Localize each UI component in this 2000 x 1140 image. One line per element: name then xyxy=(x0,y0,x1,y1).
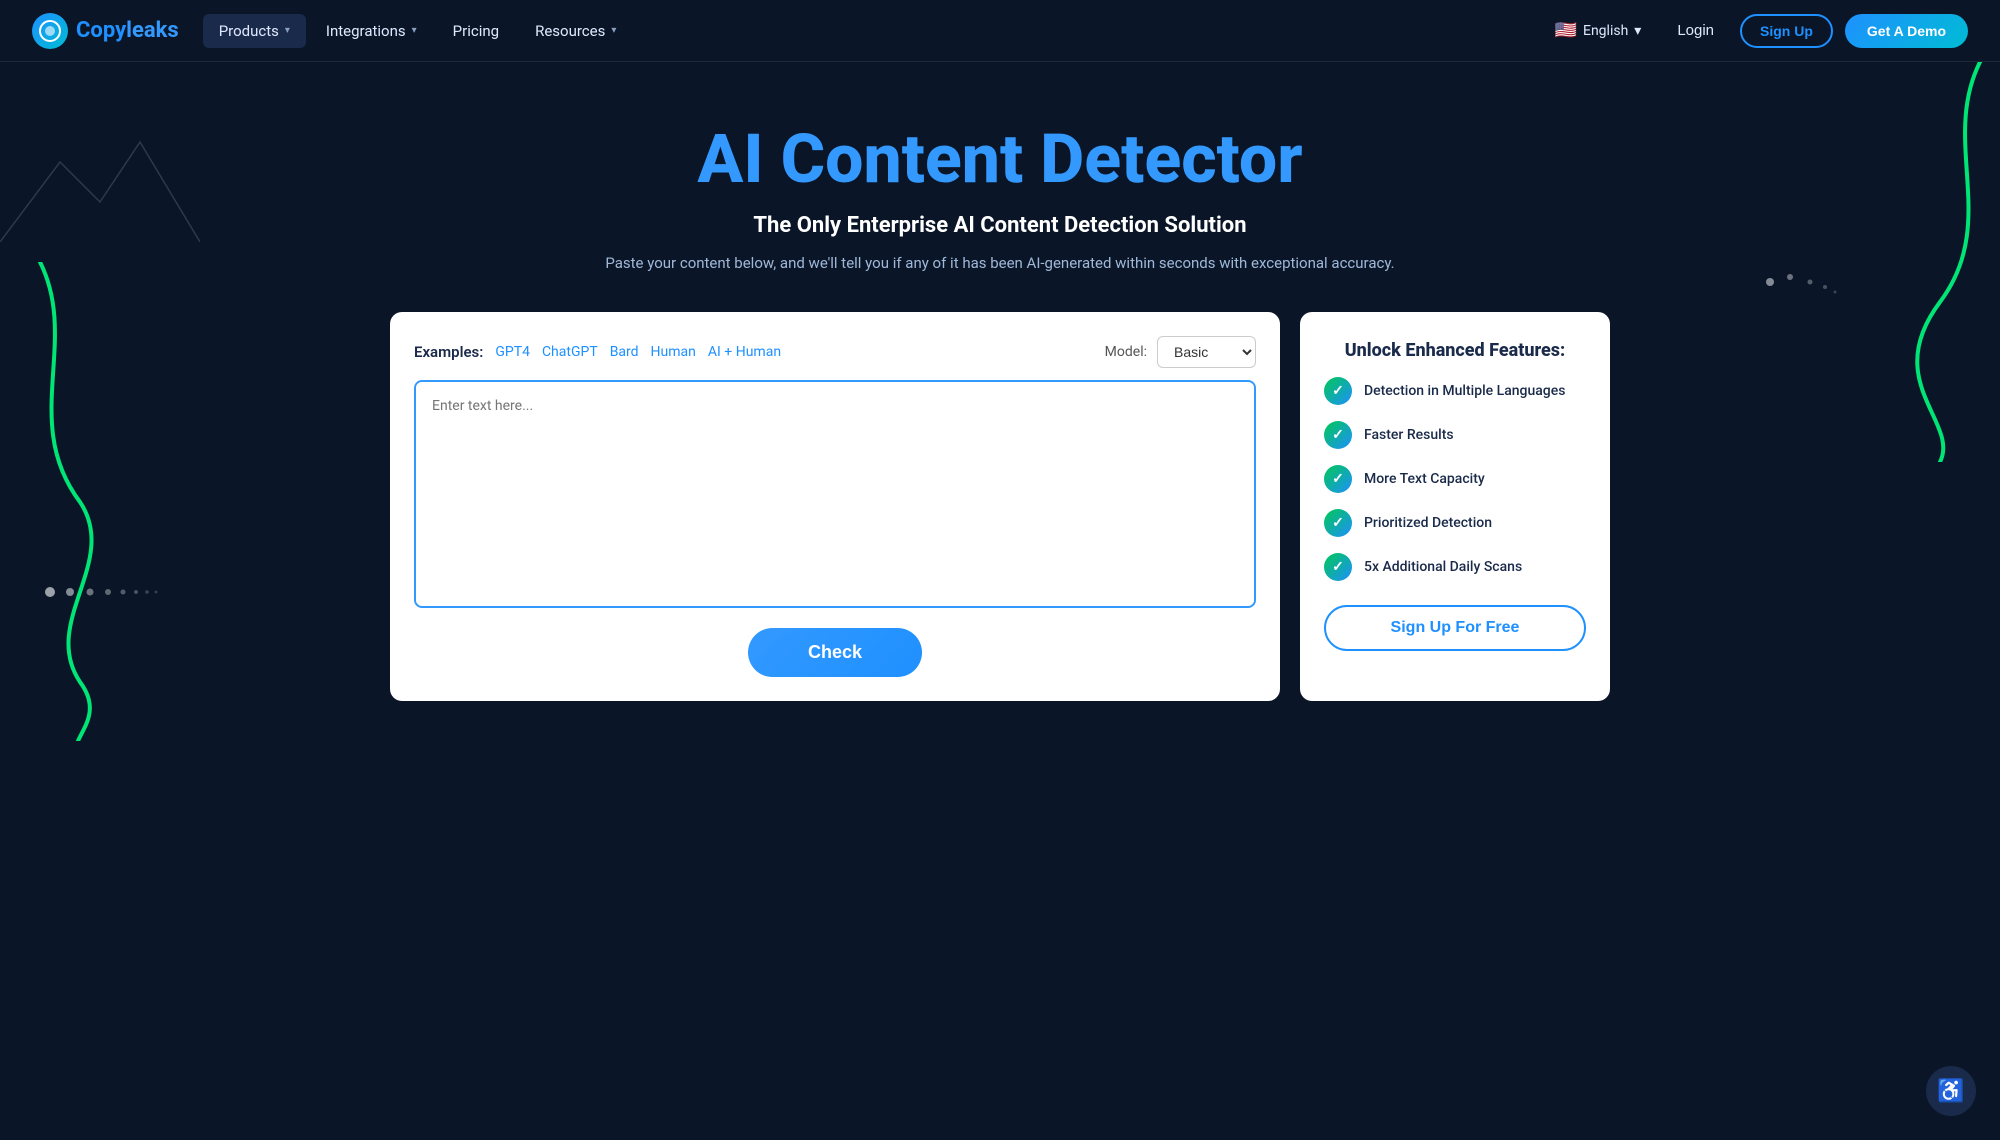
example-human[interactable]: Human xyxy=(651,344,696,360)
model-selector: Model: Basic xyxy=(1105,336,1256,368)
text-input[interactable] xyxy=(416,382,1254,602)
demo-button[interactable]: Get A Demo xyxy=(1845,14,1968,48)
checkmark-icon-1: ✓ xyxy=(1324,421,1352,449)
checkmark-icon-0: ✓ xyxy=(1324,377,1352,405)
nav-right: 🇺🇸 English ▾ Login Sign Up Get A Demo xyxy=(1545,14,1968,48)
chevron-down-icon: ▾ xyxy=(1634,23,1641,39)
examples-label: Examples: xyxy=(414,343,483,361)
check-button[interactable]: Check xyxy=(748,628,922,677)
main-content: Examples: GPT4 ChatGPT Bard Human AI + H… xyxy=(350,312,1650,701)
example-chatgpt[interactable]: ChatGPT xyxy=(542,344,598,360)
checkmark-icon-2: ✓ xyxy=(1324,465,1352,493)
navbar: Copyleaks Products ▾ Integrations ▾ Pric… xyxy=(0,0,2000,62)
hero-description: Paste your content below, and we'll tell… xyxy=(40,254,1960,272)
nav-pricing[interactable]: Pricing xyxy=(437,14,515,48)
dots-left-decoration xyxy=(40,582,160,606)
feature-text-3: Prioritized Detection xyxy=(1364,515,1492,531)
checkmark-icon-3: ✓ xyxy=(1324,509,1352,537)
features-title: Unlock Enhanced Features: xyxy=(1324,340,1586,361)
chevron-down-icon: ▾ xyxy=(611,25,616,36)
feature-item-4: ✓ 5x Additional Daily Scans xyxy=(1324,553,1586,581)
hero-title: AI Content Detector xyxy=(40,122,1960,197)
textarea-wrapper xyxy=(414,380,1256,608)
chevron-down-icon: ▾ xyxy=(412,25,417,36)
signup-button[interactable]: Sign Up xyxy=(1740,14,1833,48)
example-gpt4[interactable]: GPT4 xyxy=(495,344,530,360)
feature-text-2: More Text Capacity xyxy=(1364,471,1485,487)
feature-item-0: ✓ Detection in Multiple Languages xyxy=(1324,377,1586,405)
detector-card: Examples: GPT4 ChatGPT Bard Human AI + H… xyxy=(390,312,1280,701)
signup-free-button[interactable]: Sign Up For Free xyxy=(1324,605,1586,651)
feature-item-3: ✓ Prioritized Detection xyxy=(1324,509,1586,537)
model-select[interactable]: Basic xyxy=(1157,336,1256,368)
checkmark-icon-4: ✓ xyxy=(1324,553,1352,581)
example-ai-human[interactable]: AI + Human xyxy=(708,344,781,360)
nav-products[interactable]: Products ▾ xyxy=(203,14,306,48)
features-card: Unlock Enhanced Features: ✓ Detection in… xyxy=(1300,312,1610,701)
logo-text: Copyleaks xyxy=(76,18,179,43)
nav-items: Products ▾ Integrations ▾ Pricing Resour… xyxy=(203,14,1545,48)
feature-text-0: Detection in Multiple Languages xyxy=(1364,383,1565,399)
logo-icon xyxy=(32,13,68,49)
feature-text-1: Faster Results xyxy=(1364,427,1454,443)
hero-subtitle: The Only Enterprise AI Content Detection… xyxy=(40,213,1960,238)
feature-text-4: 5x Additional Daily Scans xyxy=(1364,559,1522,575)
login-button[interactable]: Login xyxy=(1663,14,1728,47)
accessibility-button[interactable]: ♿ xyxy=(1926,1066,1976,1116)
flag-icon: 🇺🇸 xyxy=(1555,20,1577,41)
card-top: Examples: GPT4 ChatGPT Bard Human AI + H… xyxy=(414,336,1256,368)
logo[interactable]: Copyleaks xyxy=(32,13,179,49)
squiggle-left-decoration xyxy=(0,262,120,741)
feature-item-1: ✓ Faster Results xyxy=(1324,421,1586,449)
example-bard[interactable]: Bard xyxy=(610,344,639,360)
chevron-down-icon: ▾ xyxy=(285,25,290,36)
model-label: Model: xyxy=(1105,344,1147,360)
feature-item-2: ✓ More Text Capacity xyxy=(1324,465,1586,493)
language-selector[interactable]: 🇺🇸 English ▾ xyxy=(1545,14,1652,47)
examples-section: Examples: GPT4 ChatGPT Bard Human AI + H… xyxy=(414,343,781,361)
hero-section: AI Content Detector The Only Enterprise … xyxy=(0,62,2000,741)
nav-integrations[interactable]: Integrations ▾ xyxy=(310,14,433,48)
nav-resources[interactable]: Resources ▾ xyxy=(519,14,632,48)
